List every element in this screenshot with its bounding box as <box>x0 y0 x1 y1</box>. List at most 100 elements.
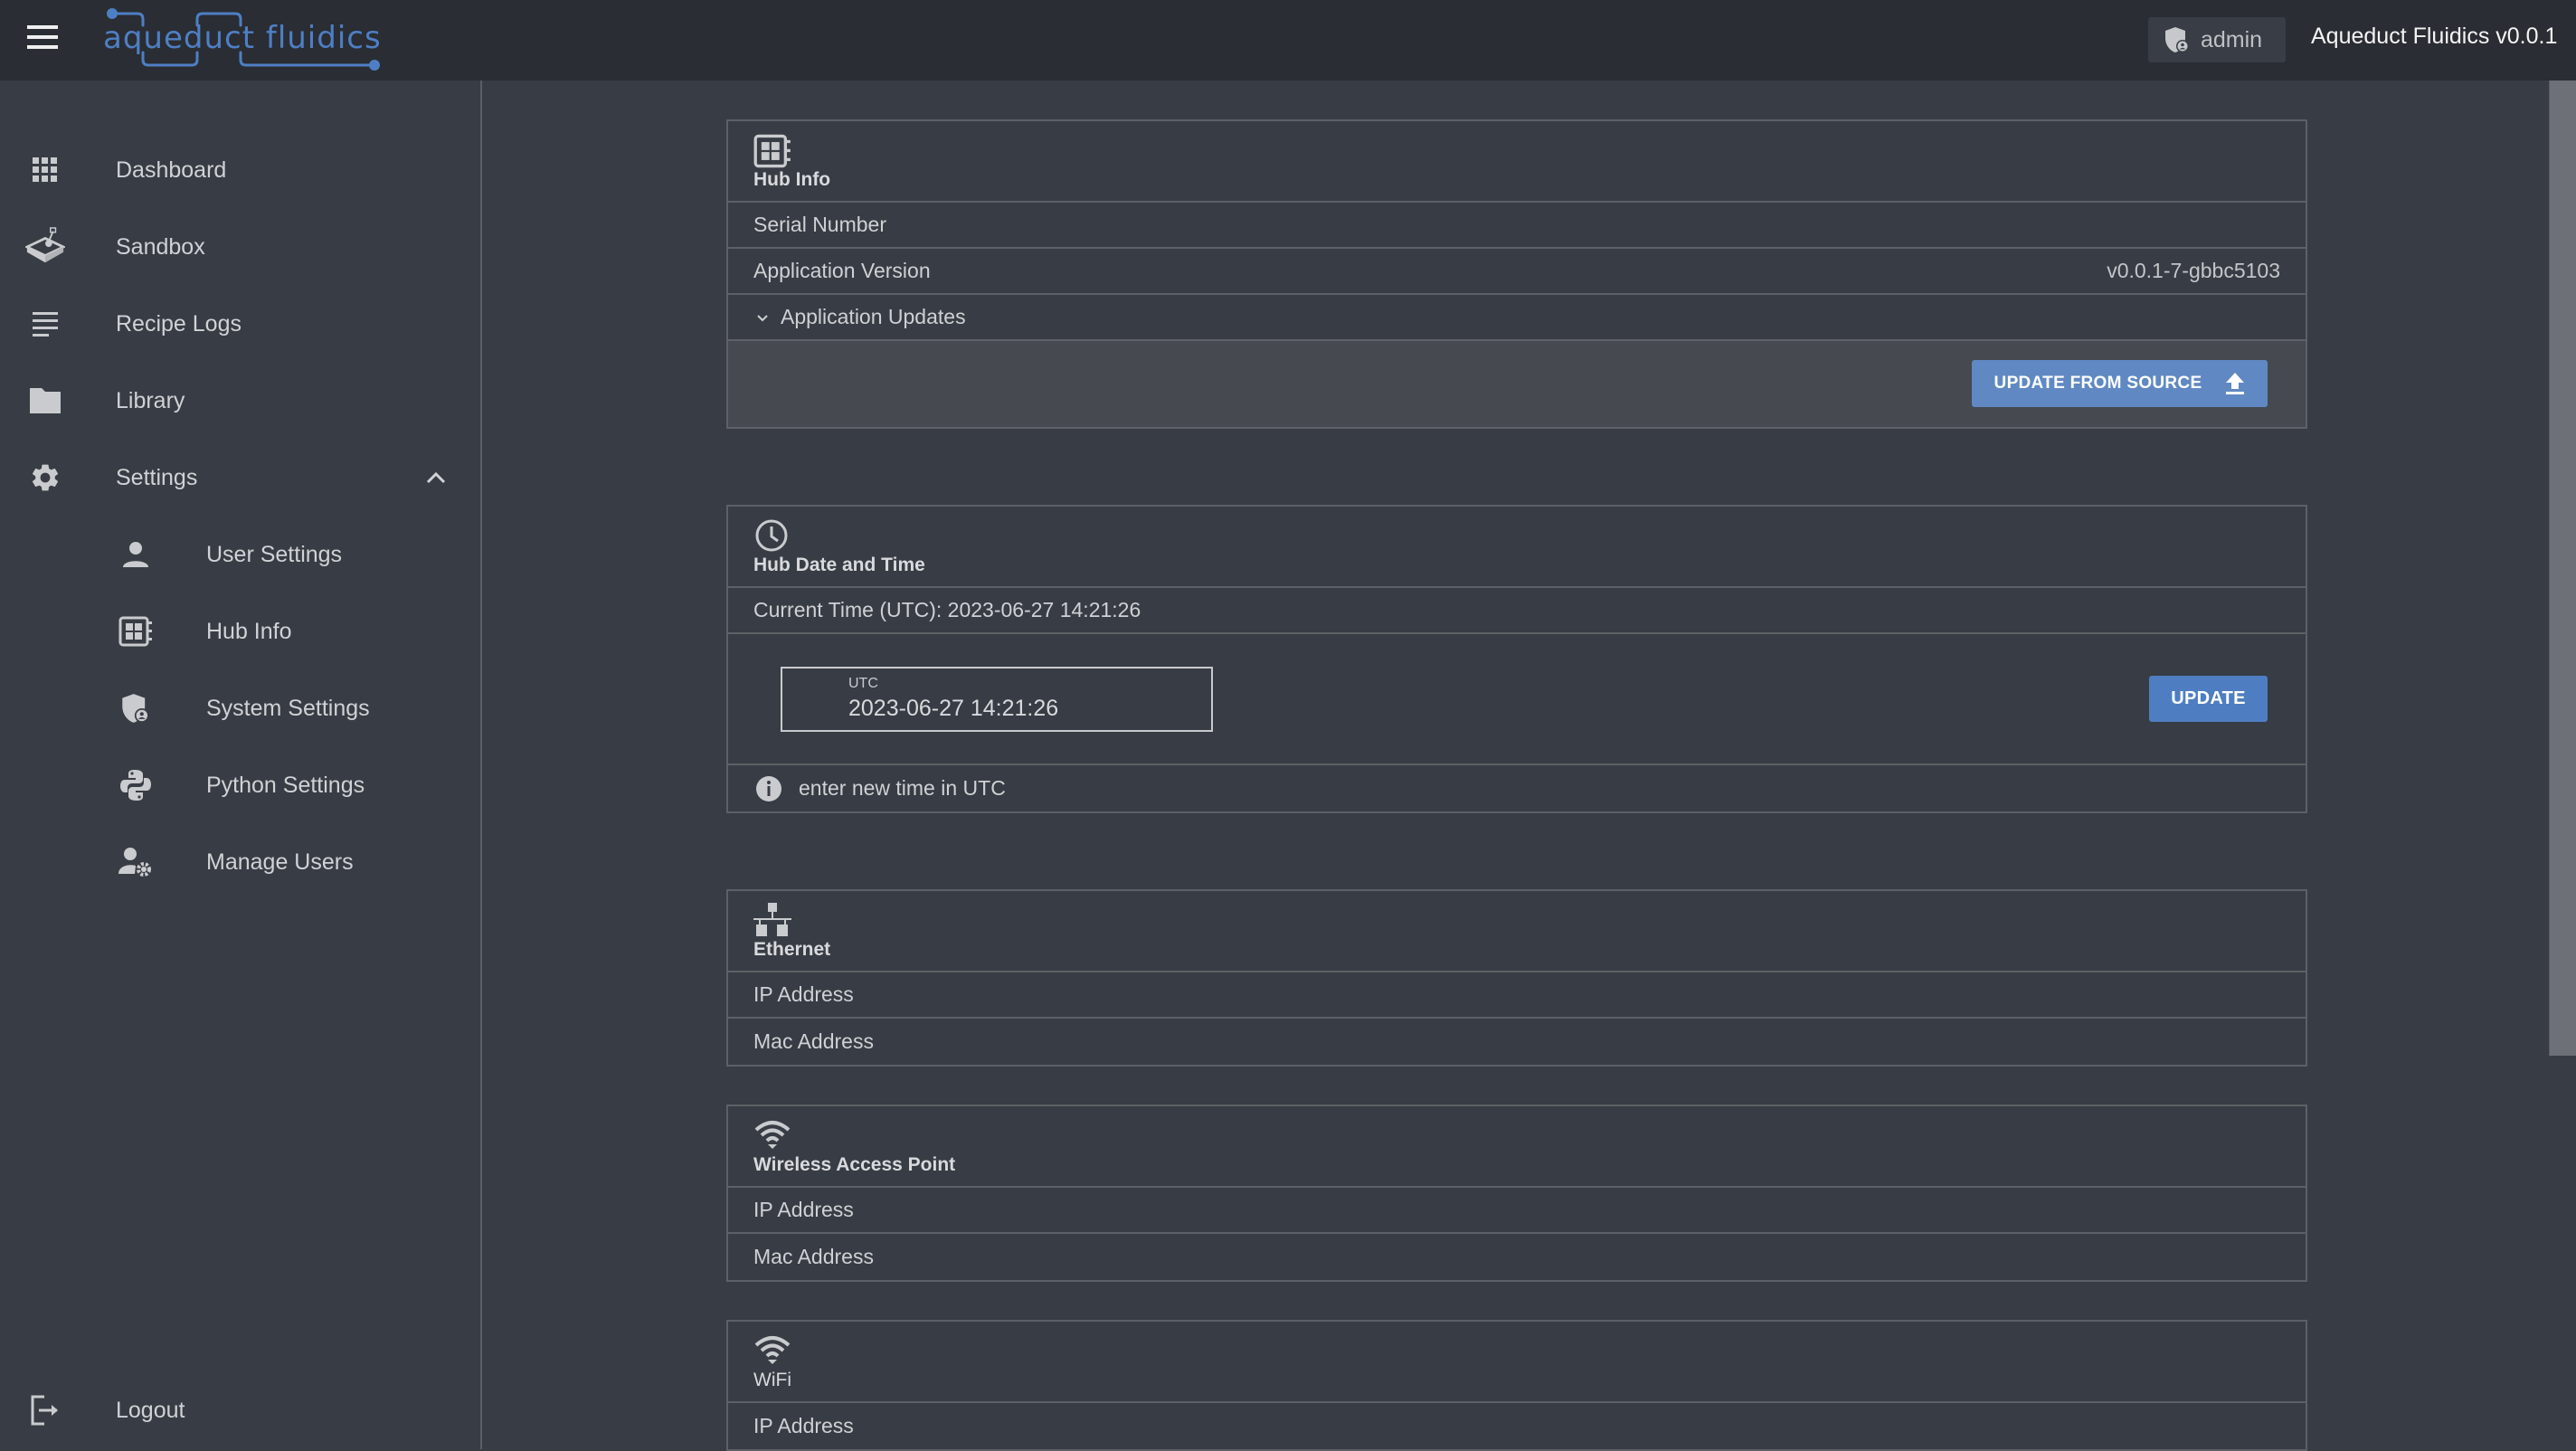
folder-icon <box>25 381 65 421</box>
sidebar-item-user-settings[interactable]: User Settings <box>0 518 479 591</box>
row-label: Application Version <box>753 259 931 282</box>
card-header: WiFi <box>728 1322 2306 1403</box>
wireless-access-point-card: Wireless Access Point IP Address Mac Add… <box>726 1105 2307 1282</box>
sidebar-item-dashboard[interactable]: Dashboard <box>0 134 479 206</box>
hub-date-time-card: Hub Date and Time Current Time (UTC): 20… <box>726 505 2307 813</box>
update-from-source-button[interactable]: UPDATE FROM SOURCE <box>1972 360 2268 407</box>
upload-icon <box>2226 373 2245 394</box>
hub-info-card: Hub Info Serial Number Application Versi… <box>726 119 2307 429</box>
card-header: Hub Date and Time <box>728 507 2306 588</box>
update-time-button[interactable]: UPDATE <box>2149 676 2268 722</box>
card-title: Hub Date and Time <box>753 555 925 575</box>
list-icon <box>25 304 65 344</box>
sidebar-item-python-settings[interactable]: Python Settings <box>0 749 479 821</box>
person-icon <box>116 535 156 574</box>
row-label: IP Address <box>753 982 854 1006</box>
card-title: WiFi <box>753 1370 791 1390</box>
card-title: Wireless Access Point <box>753 1154 956 1175</box>
main-content: Hub Info Serial Number Application Versi… <box>484 81 2549 1451</box>
wap-mac-row: Mac Address <box>728 1234 2306 1280</box>
card-header: Wireless Access Point <box>728 1106 2306 1188</box>
card-header: Ethernet <box>728 891 2306 972</box>
sidebar-item-settings[interactable]: Settings <box>0 441 479 514</box>
wifi-card: WiFi IP Address <box>726 1320 2307 1451</box>
logo[interactable]: aqueduct fluidics <box>101 5 445 72</box>
info-icon <box>756 775 781 801</box>
current-time-row: Current Time (UTC): 2023-06-27 14:21:26 <box>728 588 2306 634</box>
ethernet-mac-row: Mac Address <box>728 1019 2306 1065</box>
sidebar-item-label: Dashboard <box>116 156 227 183</box>
ethernet-card: Ethernet IP Address Mac Address <box>726 889 2307 1067</box>
manage-users-icon <box>116 842 156 882</box>
application-updates-panel: UPDATE FROM SOURCE <box>728 341 2306 427</box>
row-label: Mac Address <box>753 1245 874 1268</box>
user-name: admin <box>2201 26 2263 52</box>
sidebar-item-recipe-logs[interactable]: Recipe Logs <box>0 288 479 360</box>
sidebar-item-label: Sandbox <box>116 233 205 260</box>
ethernet-ip-row: IP Address <box>728 972 2306 1019</box>
wifi-ip-row: IP Address <box>728 1403 2306 1449</box>
utc-time-field[interactable]: UTC <box>781 667 1213 732</box>
sidebar-item-manage-users[interactable]: Manage Users <box>0 826 479 898</box>
card-title: Ethernet <box>753 939 831 960</box>
card-header: Hub Info <box>728 121 2306 203</box>
sidebar-item-label: Python Settings <box>206 772 365 798</box>
logout-icon <box>25 1390 65 1430</box>
sidebar-item-label: Recipe Logs <box>116 310 242 337</box>
hamburger-menu-icon <box>27 25 58 29</box>
app-version-row: Application Version v0.0.1-7-gbbc5103 <box>728 249 2306 295</box>
sidebar-item-library[interactable]: Library <box>0 365 479 437</box>
ethernet-icon <box>753 903 791 936</box>
user-menu-button[interactable]: admin <box>2148 17 2286 62</box>
hint-row: enter new time in UTC <box>728 765 2306 811</box>
sidebar-item-label: Library <box>116 387 185 413</box>
hamburger-line <box>27 45 58 49</box>
sidebar-item-label: Hub Info <box>206 618 292 644</box>
hamburger-line <box>27 35 58 39</box>
chevron-down-icon <box>757 314 768 321</box>
hub-icon <box>753 134 791 168</box>
app-header: aqueduct fluidics admin Aqueduct Fluidic… <box>0 0 2576 81</box>
row-label: Serial Number <box>753 213 886 236</box>
admin-shield-icon <box>2165 27 2189 52</box>
serial-number-row: Serial Number <box>728 203 2306 249</box>
scrollbar-thumb[interactable] <box>2549 81 2576 1056</box>
row-label: IP Address <box>753 1414 854 1437</box>
application-updates-toggle[interactable]: Application Updates <box>728 295 2306 341</box>
sidebar-item-sandbox[interactable]: Sandbox <box>0 211 479 283</box>
hub-icon <box>116 612 156 651</box>
gear-icon <box>25 458 65 498</box>
sidebar: Dashboard Sandbox Recipe Logs Library Se… <box>0 81 482 1449</box>
sidebar-item-label: Settings <box>116 464 198 490</box>
field-label: UTC <box>848 676 878 691</box>
utc-time-input[interactable] <box>848 696 1192 722</box>
app-title: Aqueduct Fluidics v0.0.1 <box>2311 24 2558 49</box>
time-input-area: UTC UPDATE <box>728 634 2306 765</box>
logout-button[interactable]: Logout <box>0 1374 479 1446</box>
admin-shield-icon <box>116 688 156 728</box>
menu-button[interactable] <box>27 25 63 54</box>
clock-icon <box>755 519 788 552</box>
row-label: Application Updates <box>781 305 966 328</box>
row-label: Mac Address <box>753 1029 874 1053</box>
chevron-up-icon[interactable] <box>421 463 450 492</box>
sidebar-item-label: Manage Users <box>206 849 354 875</box>
sidebar-item-label: Logout <box>116 1397 185 1423</box>
sidebar-item-label: User Settings <box>206 541 343 567</box>
row-label: IP Address <box>753 1198 854 1221</box>
grid-icon <box>25 150 65 190</box>
app-version-value: v0.0.1-7-gbbc5103 <box>2107 259 2280 282</box>
current-time-text: Current Time (UTC): 2023-06-27 14:21:26 <box>753 598 1141 621</box>
logo-text: aqueduct fluidics <box>103 20 382 56</box>
scrollbar[interactable] <box>2549 81 2576 1449</box>
button-label: UPDATE <box>2171 688 2246 708</box>
wifi-icon <box>754 1121 791 1149</box>
card-title: Hub Info <box>753 169 831 190</box>
hint-text: enter new time in UTC <box>799 776 1006 800</box>
sandbox-icon <box>25 227 65 267</box>
wap-ip-row: IP Address <box>728 1188 2306 1234</box>
wifi-icon <box>754 1336 791 1364</box>
sidebar-item-hub-info[interactable]: Hub Info <box>0 595 479 668</box>
python-icon <box>116 765 156 805</box>
sidebar-item-system-settings[interactable]: System Settings <box>0 672 479 744</box>
